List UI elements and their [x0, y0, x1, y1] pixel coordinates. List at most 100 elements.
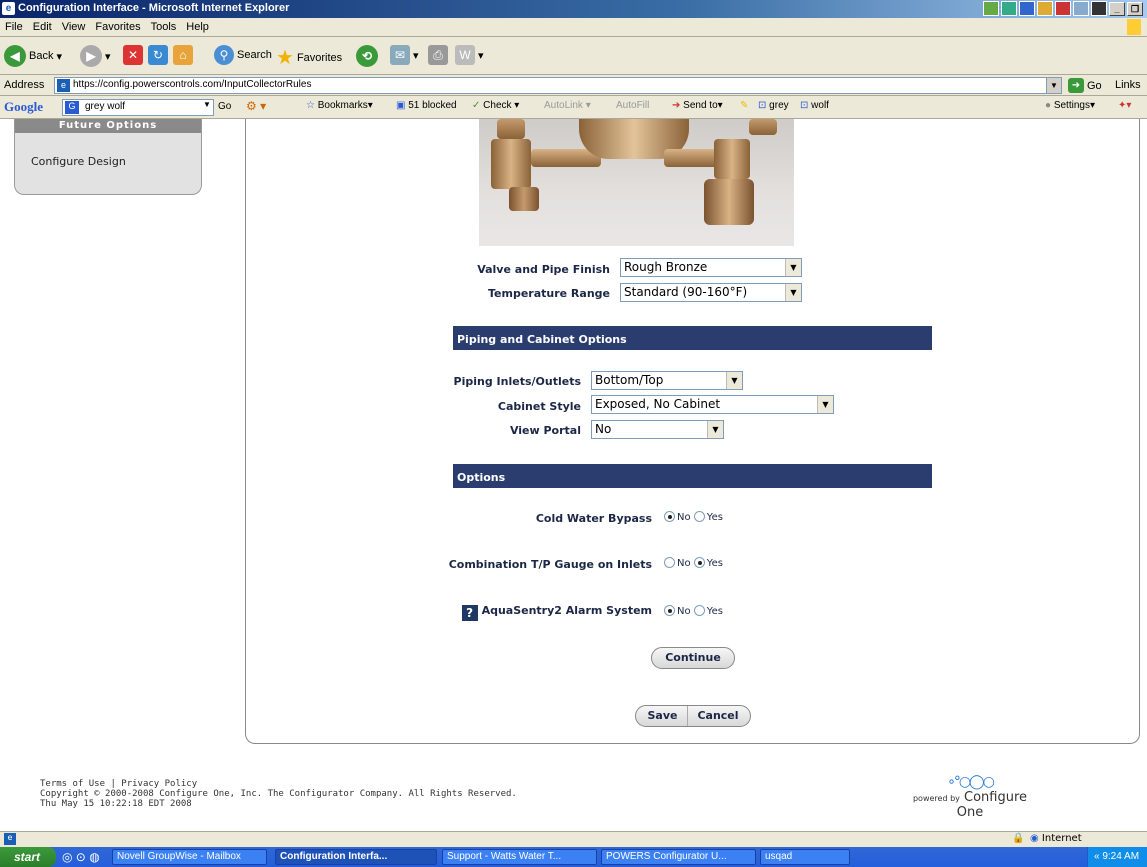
- stop-button[interactable]: ✕: [123, 45, 143, 65]
- print-button[interactable]: ⎙: [428, 45, 448, 65]
- google-search-input[interactable]: G grey wolf: [62, 99, 214, 116]
- highlight-button[interactable]: ✎: [740, 100, 748, 111]
- menu-file[interactable]: File: [0, 18, 28, 36]
- continue-button[interactable]: Continue: [651, 647, 735, 669]
- cancel-button[interactable]: Cancel: [688, 706, 748, 726]
- address-bar: Address e https://config.powerscontrols.…: [0, 75, 1147, 96]
- footer-timestamp: Thu May 15 10:22:18 EDT 2008: [40, 799, 192, 809]
- task-usqad[interactable]: usqad: [760, 849, 850, 865]
- url-input[interactable]: e https://config.powerscontrols.com/Inpu…: [54, 77, 1062, 94]
- refresh-button[interactable]: ↻: [148, 45, 168, 65]
- alarm-no-radio[interactable]: [664, 605, 675, 616]
- temperature-select[interactable]: Standard (90-160°F) ▼: [620, 283, 802, 302]
- minimize-button[interactable]: _: [1109, 2, 1125, 16]
- bypass-radio-group: No Yes: [664, 511, 723, 523]
- edit-button[interactable]: W ▾: [455, 45, 484, 65]
- alarm-radio-group: No Yes: [664, 605, 723, 617]
- search-term-grey[interactable]: ⊡ grey: [758, 100, 789, 111]
- autolink-button[interactable]: AutoLink ▾: [544, 100, 591, 111]
- system-tray: « 9:24 AM: [1087, 847, 1147, 867]
- forward-arrow-icon: ▶: [80, 45, 102, 67]
- mail-icon[interactable]: [1073, 1, 1089, 16]
- print-icon: ⎙: [428, 45, 448, 65]
- menu-favorites[interactable]: Favorites: [90, 18, 145, 36]
- bookmarks-button[interactable]: ☆ Bookmarks▾: [306, 100, 373, 111]
- favorites-button[interactable]: ★ Favorites: [276, 45, 342, 70]
- find-icon: ⊡: [800, 100, 809, 111]
- footer-links[interactable]: Terms of Use | Privacy Policy: [40, 779, 517, 789]
- view-portal-select[interactable]: No ▼: [591, 420, 724, 439]
- chevron-down-icon: ▼: [707, 421, 723, 438]
- alarm-yes-radio[interactable]: [693, 605, 705, 616]
- search-icon: ⚲: [214, 45, 234, 65]
- gauge-no-radio[interactable]: [664, 557, 675, 568]
- menu-edit[interactable]: Edit: [28, 18, 57, 36]
- gauge-yes-radio[interactable]: [693, 557, 705, 568]
- pagerank-icon[interactable]: ⚙ ▾: [246, 99, 266, 113]
- history-button[interactable]: ⟲: [356, 45, 378, 67]
- google-go-button[interactable]: Go: [218, 101, 231, 112]
- cabinet-select[interactable]: Exposed, No Cabinet ▼: [591, 395, 834, 414]
- spellcheck-button[interactable]: ✓ Check ▾: [472, 100, 519, 111]
- bypass-no-radio[interactable]: [664, 511, 675, 522]
- chevron-down-icon: ▼: [817, 396, 833, 413]
- back-arrow-icon: ◀: [4, 45, 26, 67]
- app-icon[interactable]: [1055, 1, 1071, 16]
- windows-logo-icon: [1127, 19, 1141, 35]
- stop-icon: ✕: [123, 45, 143, 65]
- gauge-radio-group: No Yes: [664, 557, 723, 569]
- bypass-label: Cold Water Bypass: [535, 512, 652, 525]
- go-button[interactable]: ➜ Go: [1068, 78, 1102, 93]
- task-powers-configurator[interactable]: POWERS Configurator U...: [601, 849, 756, 865]
- task-configuration-interface[interactable]: Configuration Interfa...: [275, 849, 437, 865]
- menu-view[interactable]: View: [57, 18, 91, 36]
- internet-zone: ◉ Internet: [1030, 833, 1082, 844]
- send-icon: ➔: [672, 100, 681, 111]
- save-button[interactable]: Save: [638, 706, 688, 726]
- send-to-button[interactable]: ➔ Send to▾: [672, 100, 723, 111]
- star-icon: ★: [276, 47, 294, 69]
- bypass-yes-radio[interactable]: [693, 511, 705, 522]
- settings-button[interactable]: ● Settings▾: [1045, 100, 1095, 111]
- quick-launch-icon[interactable]: ◎ ⊙ ◍: [62, 850, 100, 864]
- search-term-wolf[interactable]: ⊡ wolf: [800, 100, 829, 111]
- find-icon: ⊡: [758, 100, 767, 111]
- app-icon[interactable]: [1037, 1, 1053, 16]
- mail-button[interactable]: ✉ ▾: [390, 45, 419, 65]
- excel-icon[interactable]: [1001, 1, 1017, 16]
- word-icon[interactable]: [1019, 1, 1035, 16]
- popup-blocker[interactable]: ▣ 51 blocked: [396, 100, 457, 111]
- home-button[interactable]: ⌂: [173, 45, 193, 65]
- valve-pipe-left-top: [497, 119, 525, 139]
- links-button[interactable]: Links: [1115, 79, 1141, 91]
- menu-tools[interactable]: Tools: [146, 18, 182, 36]
- piping-select[interactable]: Bottom/Top ▼: [591, 371, 743, 390]
- window-title-bar[interactable]: e Configuration Interface - Microsoft In…: [0, 0, 1147, 18]
- tray-expand-icon[interactable]: «: [1094, 851, 1100, 862]
- url-dropdown-icon[interactable]: ▼: [1046, 78, 1061, 93]
- configure-one-logo: ∘°○◯○ powered by Configure One: [900, 774, 1040, 820]
- valve-finish-select[interactable]: Rough Bronze ▼: [620, 258, 802, 277]
- start-button[interactable]: start: [0, 847, 56, 867]
- extension-icon[interactable]: ✦▾: [1118, 100, 1131, 111]
- footer-copyright: Copyright © 2000-2008 Configure One, Inc…: [40, 789, 517, 799]
- chevron-down-icon: ▼: [726, 372, 742, 389]
- autofill-button[interactable]: AutoFill: [616, 100, 649, 111]
- restore-button[interactable]: ❐: [1127, 2, 1143, 16]
- help-icon[interactable]: ?: [461, 605, 478, 621]
- valve-crossbar-right: [664, 149, 719, 167]
- app-icon[interactable]: [983, 1, 999, 16]
- menu-help[interactable]: Help: [181, 18, 214, 36]
- search-button[interactable]: ⚲ Search: [214, 45, 272, 65]
- cabinet-label: Cabinet Style: [497, 400, 581, 413]
- configure-design-link[interactable]: Configure Design: [31, 155, 126, 168]
- dropdown-icon[interactable]: ▼: [203, 100, 211, 109]
- save-cancel-group: Save Cancel: [635, 705, 751, 727]
- chevron-down-icon: ▼: [785, 284, 801, 301]
- cmd-icon[interactable]: [1091, 1, 1107, 16]
- task-support-watts[interactable]: Support - Watts Water T...: [442, 849, 597, 865]
- settings-icon: ●: [1045, 100, 1052, 111]
- forward-button[interactable]: ▶ ▾: [80, 45, 111, 67]
- task-groupwise[interactable]: Novell GroupWise - Mailbox: [112, 849, 267, 865]
- back-button[interactable]: ◀ Back ▾: [4, 45, 62, 67]
